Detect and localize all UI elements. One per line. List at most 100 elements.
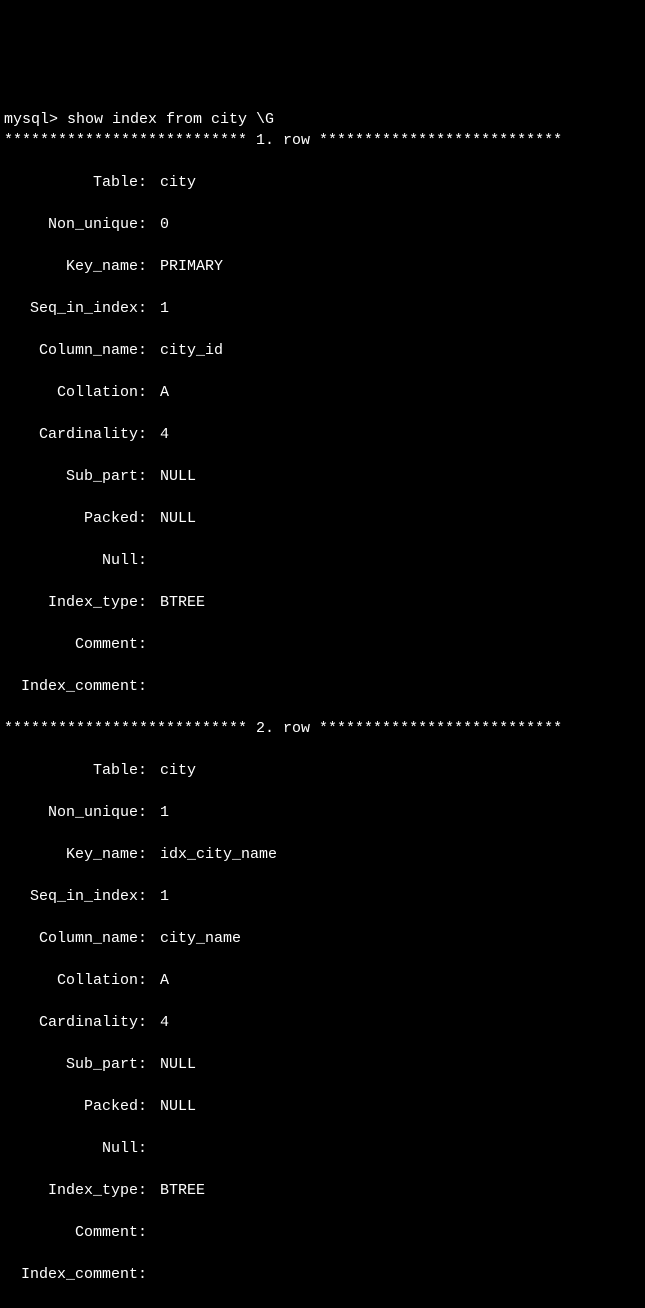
field-value: 1 <box>160 886 641 907</box>
field-value: NULL <box>160 1096 641 1117</box>
field-separator: : <box>138 844 160 865</box>
field-label: Table <box>4 172 138 193</box>
field-value: city <box>160 172 641 193</box>
field-label: Key_name <box>4 256 138 277</box>
field-label: Cardinality <box>4 424 138 445</box>
field-sub-part-2: Sub_part: NULL <box>4 1054 641 1075</box>
field-separator: : <box>138 424 160 445</box>
field-non-unique-1: Non_unique: 0 <box>4 214 641 235</box>
field-label: Collation <box>4 970 138 991</box>
field-value <box>160 1138 641 1159</box>
field-value: city_id <box>160 340 641 361</box>
field-cardinality-1: Cardinality: 4 <box>4 424 641 445</box>
field-separator: : <box>138 886 160 907</box>
field-label: Packed <box>4 1096 138 1117</box>
field-value: PRIMARY <box>160 256 641 277</box>
field-value: BTREE <box>160 592 641 613</box>
field-separator: : <box>138 592 160 613</box>
field-table-2: Table: city <box>4 760 641 781</box>
terminal-output: mysql> show index from city \G *********… <box>4 88 641 1308</box>
field-null-1: Null: <box>4 550 641 571</box>
field-label: Non_unique <box>4 802 138 823</box>
field-value <box>160 550 641 571</box>
field-collation-1: Collation: A <box>4 382 641 403</box>
field-value: NULL <box>160 466 641 487</box>
field-value <box>160 634 641 655</box>
field-label: Key_name <box>4 844 138 865</box>
field-value: city <box>160 760 641 781</box>
field-label: Sub_part <box>4 466 138 487</box>
field-label: Sub_part <box>4 1054 138 1075</box>
field-separator: : <box>138 1138 160 1159</box>
field-separator: : <box>138 382 160 403</box>
field-label: Column_name <box>4 340 138 361</box>
field-seq-in-index-1: Seq_in_index: 1 <box>4 298 641 319</box>
field-index-type-2: Index_type: BTREE <box>4 1180 641 1201</box>
field-label: Column_name <box>4 928 138 949</box>
field-column-name-2: Column_name: city_name <box>4 928 641 949</box>
field-sub-part-1: Sub_part: NULL <box>4 466 641 487</box>
mysql-prompt-command: mysql> show index from city \G <box>4 111 274 128</box>
field-value: 1 <box>160 298 641 319</box>
field-separator: : <box>138 760 160 781</box>
field-value <box>160 1264 641 1285</box>
field-value <box>160 1222 641 1243</box>
field-label: Cardinality <box>4 1012 138 1033</box>
field-separator: : <box>138 172 160 193</box>
field-comment-1: Comment: <box>4 634 641 655</box>
field-value: 0 <box>160 214 641 235</box>
field-label: Table <box>4 760 138 781</box>
field-comment-2: Comment: <box>4 1222 641 1243</box>
field-label: Comment <box>4 634 138 655</box>
field-separator: : <box>138 634 160 655</box>
field-index-comment-1: Index_comment: <box>4 676 641 697</box>
field-separator: : <box>138 214 160 235</box>
result-summary: 2 rows in set (0.00 sec) <box>4 1306 641 1308</box>
field-separator: : <box>138 676 160 697</box>
field-packed-2: Packed: NULL <box>4 1096 641 1117</box>
field-separator: : <box>138 550 160 571</box>
field-label: Non_unique <box>4 214 138 235</box>
field-value: 4 <box>160 424 641 445</box>
field-key-name-2: Key_name: idx_city_name <box>4 844 641 865</box>
field-separator: : <box>138 1096 160 1117</box>
field-label: Index_type <box>4 592 138 613</box>
field-non-unique-2: Non_unique: 1 <box>4 802 641 823</box>
field-value: A <box>160 970 641 991</box>
field-value: NULL <box>160 1054 641 1075</box>
field-packed-1: Packed: NULL <box>4 508 641 529</box>
field-label: Index_comment <box>4 1264 138 1285</box>
field-value: city_name <box>160 928 641 949</box>
field-table-1: Table: city <box>4 172 641 193</box>
field-separator: : <box>138 298 160 319</box>
field-value <box>160 676 641 697</box>
field-separator: : <box>138 340 160 361</box>
field-value: NULL <box>160 508 641 529</box>
field-label: Collation <box>4 382 138 403</box>
field-label: Null <box>4 550 138 571</box>
field-separator: : <box>138 802 160 823</box>
field-collation-2: Collation: A <box>4 970 641 991</box>
field-label: Packed <box>4 508 138 529</box>
field-label: Seq_in_index <box>4 298 138 319</box>
field-separator: : <box>138 1264 160 1285</box>
field-null-2: Null: <box>4 1138 641 1159</box>
field-value: A <box>160 382 641 403</box>
field-separator: : <box>138 928 160 949</box>
field-separator: : <box>138 1222 160 1243</box>
field-label: Index_comment <box>4 676 138 697</box>
field-value: 4 <box>160 1012 641 1033</box>
field-value: 1 <box>160 802 641 823</box>
field-separator: : <box>138 1012 160 1033</box>
field-separator: : <box>138 1054 160 1075</box>
field-separator: : <box>138 508 160 529</box>
field-separator: : <box>138 256 160 277</box>
field-label: Null <box>4 1138 138 1159</box>
field-value: BTREE <box>160 1180 641 1201</box>
field-index-type-1: Index_type: BTREE <box>4 592 641 613</box>
field-label: Seq_in_index <box>4 886 138 907</box>
field-label: Comment <box>4 1222 138 1243</box>
field-value: idx_city_name <box>160 844 641 865</box>
field-index-comment-2: Index_comment: <box>4 1264 641 1285</box>
field-separator: : <box>138 970 160 991</box>
